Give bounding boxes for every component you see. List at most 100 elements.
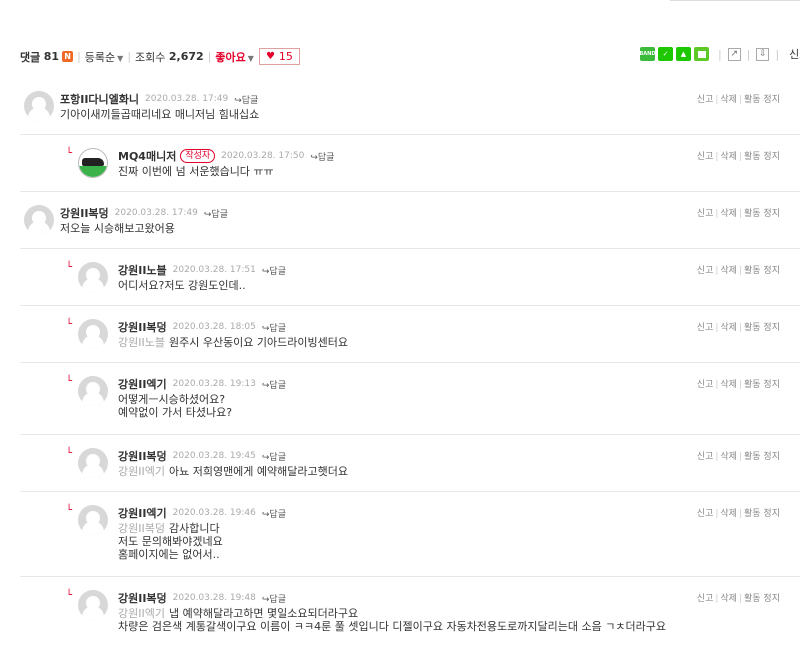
- ban-button[interactable]: 활동 정지: [744, 509, 780, 519]
- avatar[interactable]: [78, 319, 108, 349]
- report-button[interactable]: 신고: [697, 452, 714, 462]
- like-dropdown[interactable]: 좋아요 ▼: [215, 49, 254, 65]
- comment-author[interactable]: 강원II복덩: [118, 448, 167, 464]
- cafe-share-icon[interactable]: ▲: [676, 47, 691, 61]
- delete-button[interactable]: 삭제: [720, 95, 737, 105]
- delete-button[interactable]: 삭제: [720, 380, 737, 390]
- comment-body: 어떻게ㅡ시승하셨어요? 예약없이 가서 타셨나요?: [118, 393, 232, 419]
- blog-share-icon[interactable]: ✓: [658, 47, 673, 61]
- comment-text: 아뇨 저희영맨에게 예약해달라고햇더요: [168, 465, 349, 478]
- comment-body: 진짜 이번에 넘 서운했습니다 ㅠㅠ: [118, 165, 274, 178]
- comment-actions: 신고 | 삭제 | 활동 정지: [696, 509, 780, 519]
- comment-text: 어디서요?저도 강원도인데..: [118, 279, 246, 292]
- comment-author[interactable]: 강원II복덩: [118, 319, 167, 335]
- reply-button[interactable]: ↪답글: [262, 507, 286, 520]
- report-button[interactable]: 신고: [697, 209, 714, 219]
- avatar[interactable]: [24, 205, 54, 235]
- comment-item: └ 강원II복덩 2020.03.28. 18:05 ↪답글 신고 | 삭제 | 활동 …: [20, 306, 800, 363]
- comment-author[interactable]: MQ4매니저: [118, 148, 176, 164]
- comment-date: 2020.03.28. 17:49: [114, 208, 198, 218]
- comment-text: 저오늘 시승해보고왔어용: [60, 222, 175, 235]
- mention-link[interactable]: 강원II엑기: [118, 607, 165, 620]
- comment-author[interactable]: 강원II복덩: [118, 590, 167, 606]
- ban-button[interactable]: 활동 정지: [744, 380, 780, 390]
- report-button[interactable]: 신고: [697, 509, 714, 519]
- comment-body: 강원II엑기 아뇨 저희영맨에게 예약해달라고햇더요: [118, 465, 348, 478]
- delete-button[interactable]: 삭제: [720, 152, 737, 162]
- ban-button[interactable]: 활동 정지: [744, 452, 780, 462]
- avatar[interactable]: [78, 262, 108, 292]
- reply-button[interactable]: ↪답글: [262, 321, 286, 334]
- ban-button[interactable]: 활동 정지: [744, 594, 780, 604]
- delete-button[interactable]: 삭제: [720, 266, 737, 276]
- avatar[interactable]: [78, 505, 108, 535]
- mention-link[interactable]: 강원II노블: [118, 336, 165, 349]
- report-button[interactable]: 신고: [697, 152, 714, 162]
- reply-button[interactable]: ↪답글: [262, 592, 286, 605]
- sort-dropdown[interactable]: 등록순 ▼: [85, 49, 124, 65]
- band-share-icon[interactable]: BAND: [640, 47, 656, 61]
- comment-body: 저오늘 시승해보고왔어용: [60, 222, 175, 235]
- share-icon[interactable]: ↗: [727, 47, 741, 61]
- comment-date: 2020.03.28. 19:45: [172, 451, 256, 461]
- keep-share-icon[interactable]: [694, 47, 709, 61]
- save-icon[interactable]: ⇩: [756, 47, 770, 61]
- reply-button[interactable]: ↪답글: [262, 264, 286, 277]
- comment-actions: 신고 | 삭제 | 활동 정지: [696, 95, 780, 105]
- ban-button[interactable]: 활동 정지: [744, 152, 780, 162]
- report-button[interactable]: 신고: [697, 266, 714, 276]
- author-badge: 작성자: [180, 149, 216, 163]
- ban-button[interactable]: 활동 정지: [744, 95, 780, 105]
- avatar[interactable]: [78, 148, 108, 178]
- reply-arrow-icon: └: [66, 448, 73, 459]
- delete-button[interactable]: 삭제: [720, 452, 737, 462]
- comment-item: └ 강원II엑기 2020.03.28. 19:46 ↪답글 신고 | 삭제 | 활동 …: [20, 492, 800, 577]
- delete-button[interactable]: 삭제: [720, 594, 737, 604]
- heart-icon: ♥: [265, 51, 275, 62]
- delete-button[interactable]: 삭제: [720, 323, 737, 333]
- avatar[interactable]: [78, 448, 108, 478]
- delete-button[interactable]: 삭제: [720, 509, 737, 519]
- ban-button[interactable]: 활동 정지: [744, 266, 780, 276]
- reply-button[interactable]: ↪답글: [262, 450, 286, 463]
- report-button[interactable]: 신고: [697, 323, 714, 333]
- report-button[interactable]: 신고: [697, 594, 714, 604]
- new-badge: N: [62, 51, 74, 62]
- report-link[interactable]: 신고: [789, 46, 800, 62]
- reply-button[interactable]: ↪답글: [310, 150, 334, 163]
- avatar[interactable]: [24, 91, 54, 121]
- comment-actions: 신고 | 삭제 | 활동 정지: [696, 380, 780, 390]
- comments-label: 댓글: [20, 50, 41, 64]
- comment-body: 강원II노블 원주시 우산동이요 기아드라이빙센터요: [118, 336, 348, 349]
- reply-button[interactable]: ↪답글: [262, 378, 286, 391]
- reply-button[interactable]: ↪답글: [234, 93, 258, 106]
- mention-link[interactable]: 강원II복덩: [118, 522, 165, 535]
- comment-author[interactable]: 강원II엑기: [118, 505, 167, 521]
- reply-arrow-icon: └: [66, 262, 73, 273]
- mention-link[interactable]: 강원II엑기: [118, 465, 165, 478]
- comment-actions: 신고 | 삭제 | 활동 정지: [696, 152, 780, 162]
- reply-button[interactable]: ↪답글: [204, 207, 228, 220]
- avatar[interactable]: [78, 376, 108, 406]
- comment-author[interactable]: 포항II다니엘화니: [60, 91, 139, 107]
- reply-arrow-icon: └: [66, 319, 73, 330]
- avatar[interactable]: [78, 590, 108, 620]
- comment-text: 기아이새끼들곱때리네요 매니저님 힘내십쇼: [60, 108, 260, 121]
- report-button[interactable]: 신고: [697, 380, 714, 390]
- comment-author[interactable]: 강원II노블: [118, 262, 167, 278]
- reply-arrow-icon: └: [66, 590, 73, 601]
- comment-body: 강원II복덩 감사합니다 저도 문의해봐야겠네요 홈페이지에는 없어서..: [118, 522, 223, 561]
- comment-text: 예약없이 가서 타셨나요?: [118, 406, 233, 419]
- comment-author[interactable]: 강원II복덩: [60, 205, 109, 221]
- views-label: 조회수: [135, 50, 166, 64]
- delete-button[interactable]: 삭제: [720, 209, 737, 219]
- like-button[interactable]: ♥ 15: [258, 48, 300, 65]
- comment-text: 감사합니다: [168, 522, 220, 535]
- ban-button[interactable]: 활동 정지: [744, 209, 780, 219]
- comment-item: └ 강원II복덩 2020.03.28. 19:48 ↪답글 신고 | 삭제 | 활동 …: [20, 577, 800, 648]
- comment-text: 홈페이지에는 없어서..: [118, 548, 220, 561]
- comment-author[interactable]: 강원II엑기: [118, 376, 167, 392]
- reply-arrow-icon: └: [66, 505, 73, 516]
- ban-button[interactable]: 활동 정지: [744, 323, 780, 333]
- report-button[interactable]: 신고: [697, 95, 714, 105]
